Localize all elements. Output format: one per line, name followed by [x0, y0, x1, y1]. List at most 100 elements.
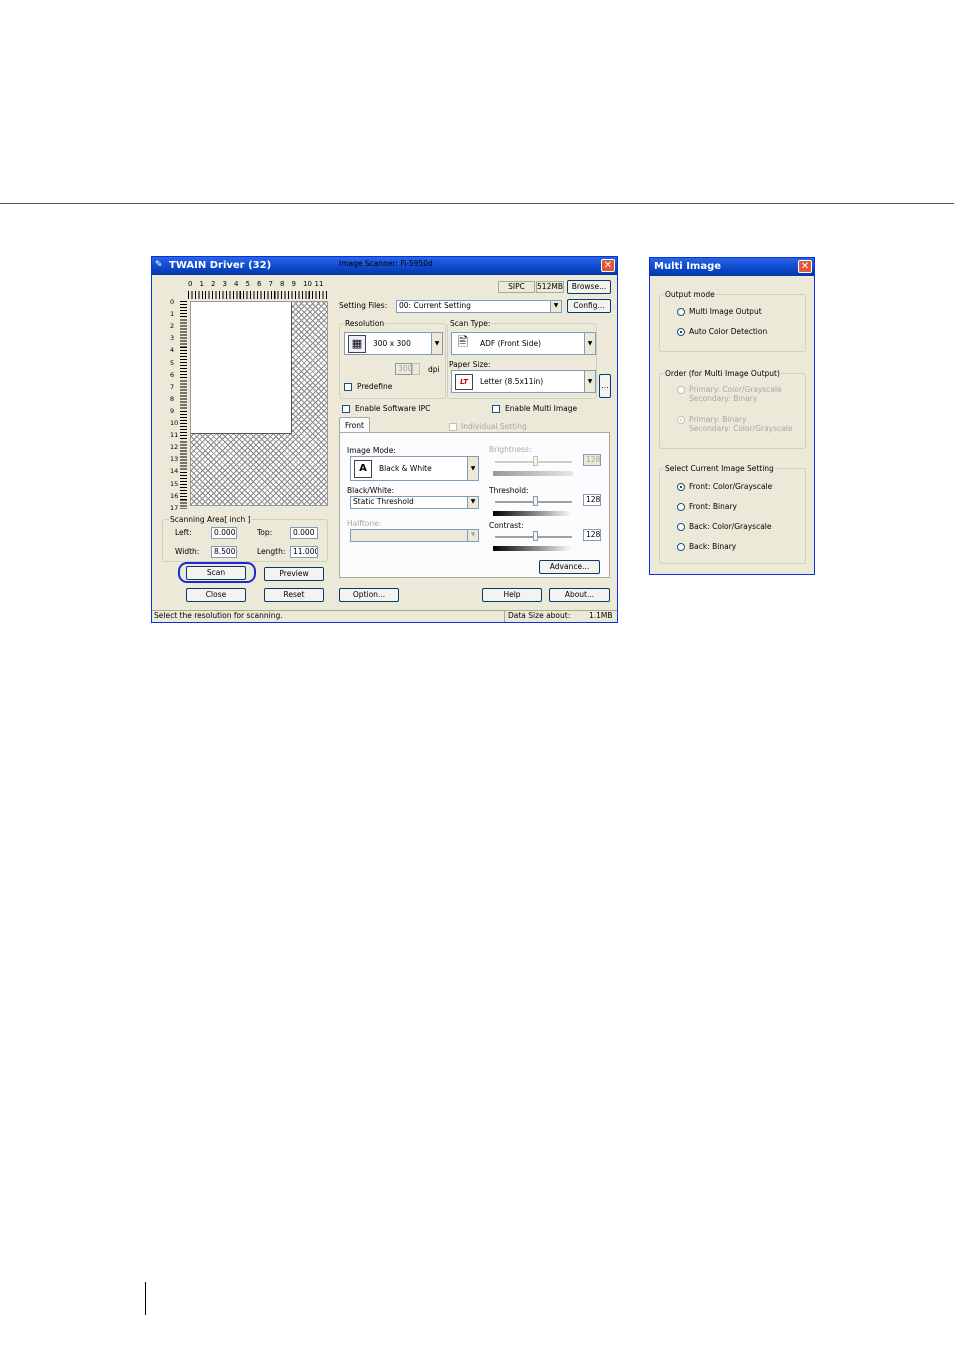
front-binary-radio[interactable]	[677, 503, 685, 511]
back-binary-label: Back: Binary	[689, 542, 737, 551]
ruler-h-number: 7	[268, 280, 273, 288]
chevron-down-icon[interactable]: ▼	[431, 333, 442, 354]
contrast-field[interactable]: 128	[583, 529, 601, 541]
scan-type-label: Scan Type:	[449, 319, 492, 328]
ruler-h-number: 1	[199, 280, 204, 288]
paper-size-label: Paper Size:	[449, 360, 491, 369]
close-icon[interactable]: ✕	[601, 259, 615, 272]
front-color-radio[interactable]	[677, 483, 685, 491]
output-mode-label: Output mode	[664, 290, 716, 299]
scan-type-select[interactable]: 🖹 ADF (Front Side) ▼	[451, 332, 596, 355]
resolution-group: Resolution ▦ 300 x 300 ▼ 300 dpi Predefi…	[339, 319, 446, 399]
chevron-down-icon[interactable]: ▼	[584, 333, 595, 354]
multi-image-output-label: Multi Image Output	[689, 307, 762, 316]
threshold-label: Threshold:	[489, 486, 529, 495]
top-field[interactable]: 0.000	[290, 527, 318, 539]
close-icon[interactable]: ✕	[798, 260, 812, 273]
close-button[interactable]: Close	[186, 588, 246, 602]
black-white-label: Black/White:	[347, 486, 395, 495]
reset-button[interactable]: Reset	[264, 588, 324, 602]
custom-resolution-field[interactable]: 300	[395, 363, 412, 375]
select-current-label: Select Current Image Setting	[664, 464, 775, 473]
sipc-badge: SIPC	[498, 281, 535, 293]
setting-files-select[interactable]: 00: Current Setting ▼	[396, 300, 562, 313]
black-white-icon: A	[354, 460, 372, 478]
primary-binary-line2: Secondary: Color/Grayscale	[689, 424, 793, 433]
config-button[interactable]: Config...	[567, 299, 611, 313]
ruler-h-number: 6	[257, 280, 262, 288]
about-button[interactable]: About...	[549, 588, 610, 602]
ruler-h-number: 10	[303, 280, 312, 288]
width-field[interactable]: 8.500	[211, 546, 237, 558]
chevron-down-icon[interactable]: ▼	[467, 457, 478, 480]
primary-binary-radio[interactable]	[677, 416, 685, 424]
resolution-label: Resolution	[344, 319, 386, 328]
ruler-v-number: 16	[170, 491, 179, 500]
threshold-field[interactable]: 128	[583, 494, 601, 506]
select-current-group: Select Current Image Setting Front: Colo…	[659, 464, 806, 564]
tab-front[interactable]: Front	[339, 417, 370, 433]
multi-image-title-bar[interactable]: Multi Image ✕	[650, 258, 814, 276]
back-binary-radio[interactable]	[677, 543, 685, 551]
enable-multi-image-label: Enable Multi Image	[505, 404, 578, 413]
ruler-h-number: 0	[188, 280, 193, 288]
chevron-down-icon[interactable]: ▼	[550, 301, 561, 312]
contrast-label: Contrast:	[489, 521, 524, 530]
predefine-checkbox[interactable]	[344, 383, 352, 391]
length-field[interactable]: 11.000	[290, 546, 318, 558]
browse-button[interactable]: Browse...	[567, 280, 611, 294]
resolution-icon: ▦	[348, 335, 366, 353]
scan-type-group: Scan Type: 🖹 ADF (Front Side) ▼ Paper Si…	[447, 319, 597, 399]
chevron-down-icon[interactable]: ▼	[467, 497, 478, 508]
paper-size-select[interactable]: LT Letter (8.5x11in) ▼	[451, 370, 596, 393]
back-color-radio[interactable]	[677, 523, 685, 531]
multi-image-window: Multi Image ✕ Output mode Multi Image Ou…	[649, 257, 815, 575]
individual-setting-checkbox[interactable]	[449, 423, 457, 431]
ruler-h-number: 9	[291, 280, 296, 288]
enable-multi-image-checkbox[interactable]	[492, 405, 500, 413]
resolution-spinner[interactable]	[412, 363, 420, 375]
ruler-h-numbers: 0 1 2 3 4 5 6 7 8 9 10 11	[188, 279, 328, 289]
resolution-value: 300 x 300	[373, 339, 411, 348]
ruler-v-ticks	[180, 301, 187, 509]
ruler-h-number: 3	[222, 280, 227, 288]
left-label: Left:	[175, 528, 192, 537]
window-title: TWAIN Driver (32)	[169, 260, 272, 271]
black-white-value: Static Threshold	[353, 497, 414, 506]
image-mode-select[interactable]: A Black & White ▼	[350, 456, 479, 481]
brightness-slider-thumb[interactable]	[533, 456, 538, 466]
paper-size-more-button[interactable]: ...	[599, 374, 611, 398]
halftone-label: Halftone:	[347, 519, 382, 528]
enable-software-ipc-checkbox[interactable]	[342, 405, 350, 413]
multi-image-output-radio[interactable]	[677, 308, 685, 316]
setting-files-label: Setting Files:	[339, 301, 388, 310]
option-button[interactable]: Option...	[339, 588, 399, 602]
predefine-label: Predefine	[357, 382, 393, 391]
brightness-field[interactable]: 128	[583, 454, 601, 466]
contrast-slider-thumb[interactable]	[533, 531, 538, 541]
ruler-v-number: 11	[170, 431, 179, 440]
preview-area[interactable]	[190, 301, 328, 506]
ruler-h-number: 8	[280, 280, 285, 288]
chevron-down-icon[interactable]: ▼	[584, 371, 595, 392]
brightness-label: Brightness:	[489, 445, 532, 454]
halftone-select[interactable]: ▼	[350, 529, 479, 542]
vertical-ruler: 0 1 2 3 4 5 6 7 8 9 10 11 12 13 14 15 16 17	[170, 298, 188, 512]
primary-color-radio[interactable]	[677, 386, 685, 394]
preview-button[interactable]: Preview	[264, 567, 324, 581]
advance-button[interactable]: Advance...	[539, 560, 600, 574]
scan-page-area[interactable]	[191, 302, 292, 434]
auto-color-detection-radio[interactable]	[677, 328, 685, 336]
image-mode-value: Black & White	[379, 464, 432, 473]
black-white-select[interactable]: Static Threshold ▼	[350, 496, 479, 509]
scan-button[interactable]: Scan	[186, 566, 246, 580]
memory-badge: 512MB	[536, 281, 564, 293]
left-field[interactable]: 0.000	[211, 527, 237, 539]
page-margin-rule	[145, 1282, 146, 1315]
help-button[interactable]: Help	[482, 588, 542, 602]
horizontal-ruler: 0 1 2 3 4 5 6 7 8 9 10 11	[188, 279, 328, 301]
chevron-down-icon[interactable]: ▼	[467, 530, 478, 541]
ruler-v-number: 6	[170, 370, 175, 379]
resolution-select[interactable]: ▦ 300 x 300 ▼	[344, 332, 443, 355]
threshold-slider-thumb[interactable]	[533, 496, 538, 506]
